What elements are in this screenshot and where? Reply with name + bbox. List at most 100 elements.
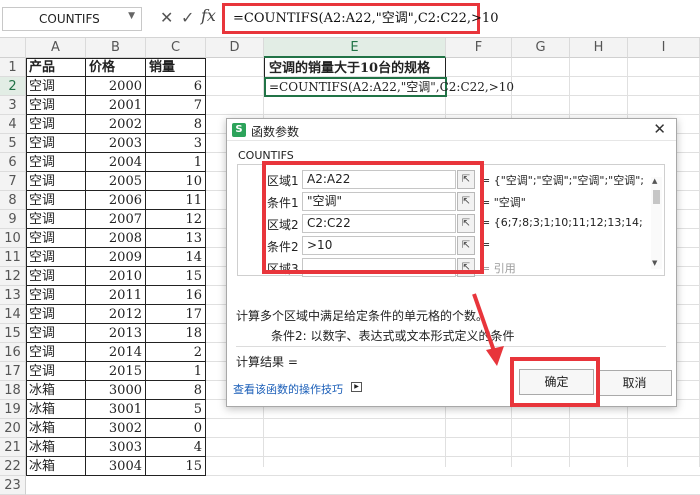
product-cell[interactable]: 空调 <box>26 229 86 248</box>
range-select-icon[interactable]: ⇱ <box>457 258 475 277</box>
ok-button[interactable]: 确定 <box>519 369 594 395</box>
row-header-11[interactable]: 11 <box>0 248 26 267</box>
price-cell[interactable]: 2011 <box>86 286 146 305</box>
price-cell[interactable]: 2000 <box>86 77 146 96</box>
sales-cell[interactable]: 14 <box>146 248 206 267</box>
close-icon[interactable]: ✕ <box>160 8 173 27</box>
column-header-d[interactable]: D <box>206 38 264 58</box>
row-header-9[interactable]: 9 <box>0 210 26 229</box>
dialog-titlebar[interactable]: S 函数参数 ✕ <box>227 119 676 141</box>
column-header-a[interactable]: A <box>26 38 86 58</box>
product-cell[interactable]: 空调 <box>26 172 86 191</box>
range-select-icon[interactable]: ⇱ <box>457 236 475 255</box>
row-header-12[interactable]: 12 <box>0 267 26 286</box>
sales-cell[interactable]: 16 <box>146 286 206 305</box>
select-all-corner[interactable] <box>0 38 26 58</box>
product-cell[interactable]: 冰箱 <box>26 419 86 438</box>
table-header-cell[interactable]: 销量 <box>146 58 206 77</box>
scroll-down-icon[interactable]: ▼ <box>652 259 657 267</box>
row-header-6[interactable]: 6 <box>0 153 26 172</box>
price-cell[interactable]: 3001 <box>86 400 146 419</box>
sales-cell[interactable]: 2 <box>146 343 206 362</box>
row-header-17[interactable]: 17 <box>0 362 26 381</box>
product-cell[interactable]: 空调 <box>26 324 86 343</box>
price-cell[interactable]: 2002 <box>86 115 146 134</box>
arguments-scrollbar[interactable]: ▲ ▼ <box>651 177 662 269</box>
price-cell[interactable]: 2015 <box>86 362 146 381</box>
sales-cell[interactable]: 15 <box>146 267 206 286</box>
sales-cell[interactable]: 8 <box>146 115 206 134</box>
help-link[interactable]: 查看该函数的操作技巧 <box>233 381 343 397</box>
argument-input[interactable]: A2:A22 <box>302 170 456 189</box>
argument-input[interactable]: >10 <box>302 236 456 255</box>
close-icon[interactable]: ✕ <box>653 120 666 138</box>
range-select-icon[interactable]: ⇱ <box>457 214 475 233</box>
price-cell[interactable]: 2009 <box>86 248 146 267</box>
price-cell[interactable]: 2008 <box>86 229 146 248</box>
e1-title-cell[interactable]: 空调的销量大于10台的规格 <box>266 59 430 78</box>
sales-cell[interactable]: 18 <box>146 324 206 343</box>
range-select-icon[interactable]: ⇱ <box>457 192 475 211</box>
column-header-b[interactable]: B <box>86 38 146 58</box>
row-header-3[interactable]: 3 <box>0 96 26 115</box>
product-cell[interactable]: 空调 <box>26 248 86 267</box>
formula-input[interactable]: =COUNTIFS(A2:A22,"空调",C2:C22,>10 <box>222 3 498 34</box>
row-header-16[interactable]: 16 <box>0 343 26 362</box>
row-header-1[interactable]: 1 <box>0 58 26 77</box>
price-cell[interactable]: 3003 <box>86 438 146 457</box>
sales-cell[interactable]: 5 <box>146 400 206 419</box>
sales-cell[interactable]: 1 <box>146 362 206 381</box>
row-header-23[interactable]: 23 <box>0 476 26 495</box>
checkmark-icon[interactable]: ✓ <box>181 8 194 27</box>
row-header-15[interactable]: 15 <box>0 324 26 343</box>
price-cell[interactable]: 2004 <box>86 153 146 172</box>
row-header-13[interactable]: 13 <box>0 286 26 305</box>
price-cell[interactable]: 2013 <box>86 324 146 343</box>
product-cell[interactable]: 空调 <box>26 210 86 229</box>
range-select-icon[interactable]: ⇱ <box>457 170 475 189</box>
price-cell[interactable]: 3000 <box>86 381 146 400</box>
sales-cell[interactable]: 0 <box>146 419 206 438</box>
row-header-14[interactable]: 14 <box>0 305 26 324</box>
product-cell[interactable]: 空调 <box>26 267 86 286</box>
table-header-cell[interactable]: 产品 <box>26 58 86 77</box>
price-cell[interactable]: 2005 <box>86 172 146 191</box>
row-header-7[interactable]: 7 <box>0 172 26 191</box>
product-cell[interactable]: 空调 <box>26 153 86 172</box>
sales-cell[interactable]: 7 <box>146 96 206 115</box>
row-header-8[interactable]: 8 <box>0 191 26 210</box>
sales-cell[interactable]: 13 <box>146 229 206 248</box>
row-header-2[interactable]: 2 <box>0 77 26 96</box>
row-header-18[interactable]: 18 <box>0 381 26 400</box>
product-cell[interactable]: 空调 <box>26 305 86 324</box>
column-header-c[interactable]: C <box>146 38 206 58</box>
price-cell[interactable]: 3002 <box>86 419 146 438</box>
product-cell[interactable]: 空调 <box>26 134 86 153</box>
product-cell[interactable]: 冰箱 <box>26 400 86 419</box>
sales-cell[interactable]: 12 <box>146 210 206 229</box>
column-header-i[interactable]: I <box>628 38 700 58</box>
price-cell[interactable]: 2014 <box>86 343 146 362</box>
scrollbar-thumb[interactable] <box>653 190 660 204</box>
table-header-cell[interactable]: 价格 <box>86 58 146 77</box>
row-header-10[interactable]: 10 <box>0 229 26 248</box>
column-header-f[interactable]: F <box>446 38 512 58</box>
sales-cell[interactable]: 1 <box>146 153 206 172</box>
argument-input[interactable] <box>302 258 456 277</box>
column-header-h[interactable]: H <box>570 38 628 58</box>
row-header-20[interactable]: 20 <box>0 419 26 438</box>
product-cell[interactable]: 冰箱 <box>26 438 86 457</box>
sales-cell[interactable]: 10 <box>146 172 206 191</box>
column-header-e[interactable]: E <box>264 38 446 58</box>
price-cell[interactable]: 2001 <box>86 96 146 115</box>
product-cell[interactable]: 空调 <box>26 77 86 96</box>
price-cell[interactable]: 2003 <box>86 134 146 153</box>
fx-icon[interactable]: fx <box>201 6 216 25</box>
row-header-5[interactable]: 5 <box>0 134 26 153</box>
column-header-g[interactable]: G <box>512 38 570 58</box>
price-cell[interactable]: 2012 <box>86 305 146 324</box>
scroll-up-icon[interactable]: ▲ <box>652 177 657 185</box>
product-cell[interactable]: 空调 <box>26 286 86 305</box>
row-header-21[interactable]: 21 <box>0 438 26 457</box>
product-cell[interactable]: 空调 <box>26 96 86 115</box>
